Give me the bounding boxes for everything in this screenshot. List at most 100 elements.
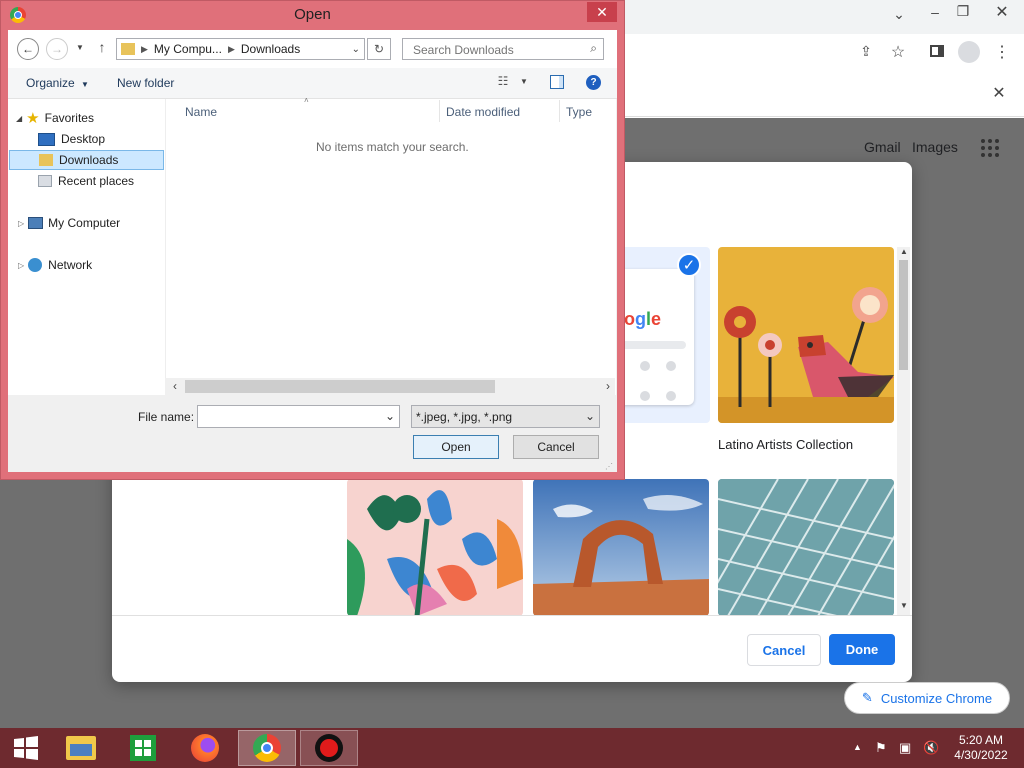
breadcrumb-chevron-icon: ▶	[227, 43, 235, 54]
tree-label: Desktop	[61, 132, 106, 146]
organize-label: Organize	[26, 76, 75, 90]
breadcrumb-downloads[interactable]: Downloads	[241, 42, 300, 56]
dialog-title: Open	[294, 6, 331, 23]
search-input[interactable]	[411, 40, 585, 60]
tree-favorites[interactable]: ◢ ★ Favorites	[16, 108, 94, 128]
customize-chrome-label: Customize Chrome	[880, 690, 993, 706]
forward-arrow-icon[interactable]: →	[46, 38, 68, 60]
horizontal-scrollbar-thumb[interactable]	[185, 380, 495, 393]
selected-check-icon: ✓	[677, 253, 701, 277]
tree-desktop[interactable]: Desktop	[38, 129, 105, 149]
minimize-icon[interactable]: –	[924, 4, 946, 24]
gmail-link[interactable]: Gmail	[864, 139, 901, 155]
resize-grip-icon[interactable]: ⋰	[605, 462, 613, 471]
view-options-icon[interactable]: ☷	[494, 74, 512, 90]
clock[interactable]: 5:20 AM 4/30/2022	[946, 733, 1016, 763]
folder-icon	[66, 736, 96, 760]
tree-recent-places[interactable]: Recent places	[38, 171, 134, 191]
dialog-close-button[interactable]: ✕	[587, 2, 617, 22]
open-button[interactable]: Open	[413, 435, 499, 459]
modal-done-button[interactable]: Done	[829, 634, 895, 665]
close-info-icon[interactable]: ✕	[988, 83, 1010, 103]
recent-locations-icon[interactable]: ▼	[74, 43, 86, 55]
restore-icon[interactable]: ❐	[952, 3, 974, 23]
firefox-icon	[191, 734, 219, 762]
menu-icon[interactable]: ⋮	[992, 42, 1012, 62]
scroll-left-icon[interactable]: ‹	[168, 379, 182, 393]
share-icon[interactable]: ⇪	[856, 43, 876, 63]
start-button[interactable]	[0, 730, 52, 766]
volume-muted-icon[interactable]: 🔇	[923, 740, 939, 756]
search-box[interactable]: ⌕	[402, 38, 604, 60]
customize-chrome-button[interactable]: ✎ Customize Chrome	[844, 682, 1010, 714]
chrome-icon	[253, 734, 281, 762]
help-icon[interactable]: ?	[586, 75, 601, 90]
refresh-icon[interactable]: ↻	[367, 38, 391, 60]
network-status-icon[interactable]: ▣	[899, 740, 911, 756]
images-link[interactable]: Images	[912, 139, 958, 155]
collapsed-arrow-icon: ▷	[18, 260, 25, 270]
back-arrow-icon[interactable]: ←	[17, 38, 39, 60]
preview-pane-icon[interactable]	[550, 75, 564, 89]
tree-downloads[interactable]: Downloads	[9, 150, 164, 170]
show-hidden-icons-icon[interactable]: ▲	[853, 742, 862, 752]
recent-places-icon	[38, 175, 52, 187]
bookmark-star-icon[interactable]: ☆	[888, 42, 908, 62]
tile-caption: Latino Artists Collection	[718, 437, 854, 452]
dialog-cancel-button[interactable]: Cancel	[513, 435, 599, 459]
network-icon	[28, 258, 43, 272]
address-breadcrumb[interactable]: ▶ My Compu... ▶ Downloads ⌄	[116, 38, 365, 60]
navigation-pane: ◢ ★ Favorites Desktop Downloads Recent p…	[8, 99, 165, 395]
modal-cancel-button[interactable]: Cancel	[747, 634, 821, 666]
scroll-up-icon[interactable]: ▲	[898, 247, 910, 259]
background-tile-default[interactable]: ogle ✓	[620, 247, 710, 423]
computer-icon	[28, 217, 44, 229]
recorder-taskbar-icon[interactable]	[300, 730, 358, 766]
action-center-icon[interactable]: ⚑	[875, 740, 887, 756]
chrome-taskbar-icon[interactable]	[238, 730, 296, 766]
background-tile-architecture[interactable]	[718, 479, 894, 616]
glass-facade-photo	[718, 479, 894, 616]
apps-grid-icon[interactable]	[981, 139, 999, 157]
column-date-modified[interactable]: Date modified	[446, 105, 520, 119]
breadcrumb-chevron-icon: ▶	[141, 43, 148, 54]
file-type-filter[interactable]: *.jpeg, *.jpg, *.png ⌄	[411, 405, 600, 428]
close-window-icon[interactable]: ✕	[990, 2, 1014, 22]
collapsed-arrow-icon: ▷	[18, 218, 25, 228]
chevron-down-icon[interactable]: ⌄	[352, 44, 360, 55]
column-type[interactable]: Type	[566, 105, 592, 119]
firefox-taskbar-icon[interactable]	[179, 730, 231, 766]
chevron-down-icon[interactable]: ⌄	[385, 409, 395, 423]
star-icon: ★	[26, 110, 40, 127]
painted-flowers-illustration	[347, 490, 523, 616]
breadcrumb-computer[interactable]: My Compu...	[154, 42, 222, 56]
modal-divider	[112, 615, 912, 616]
pencil-icon: ✎	[861, 690, 873, 705]
desert-arch-photo	[533, 479, 709, 616]
scroll-down-icon[interactable]: ▼	[898, 601, 910, 613]
chevron-down-icon[interactable]: ⌄	[886, 6, 912, 26]
chevron-down-icon[interactable]: ▼	[518, 77, 530, 89]
filter-value: *.jpeg, *.jpg, *.png	[416, 410, 513, 424]
windows-logo-icon	[14, 736, 38, 760]
file-explorer-taskbar-icon[interactable]	[55, 730, 107, 766]
background-tile-latino-artists[interactable]	[718, 247, 894, 423]
tree-my-computer[interactable]: ▷ My Computer	[18, 213, 120, 233]
profile-avatar[interactable]	[958, 41, 980, 63]
background-tile-arch[interactable]	[533, 479, 709, 616]
background-tile-flowers[interactable]	[347, 479, 523, 616]
column-name[interactable]: Name	[185, 105, 217, 119]
tree-label: Favorites	[44, 111, 94, 125]
store-taskbar-icon[interactable]	[117, 730, 169, 766]
side-panel-icon[interactable]	[930, 45, 944, 57]
new-folder-button[interactable]: New folder	[117, 76, 174, 90]
organize-button[interactable]: Organize ▼	[26, 76, 89, 90]
flowers-bird-illustration	[718, 287, 894, 423]
modal-scrollbar-thumb[interactable]	[899, 260, 908, 370]
scroll-right-icon[interactable]: ›	[601, 379, 615, 393]
tree-label: My Computer	[48, 216, 121, 230]
up-arrow-icon[interactable]: ↑	[94, 39, 110, 57]
tree-network[interactable]: ▷ Network	[18, 255, 92, 275]
file-name-field[interactable]: ⌄	[197, 405, 400, 428]
clock-date: 4/30/2022	[954, 748, 1008, 762]
